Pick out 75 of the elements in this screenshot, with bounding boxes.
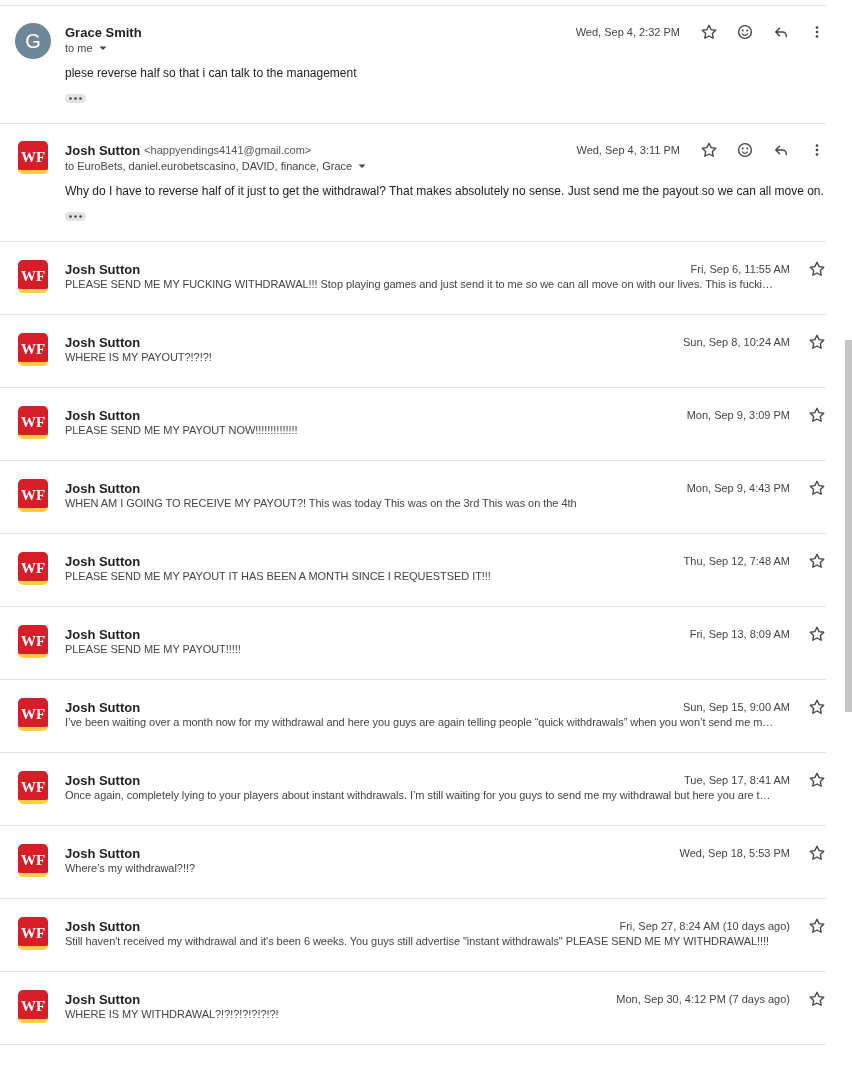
message-body: plese reverse half so that i can talk to the management (65, 66, 358, 80)
star-icon[interactable] (700, 23, 718, 41)
avatar-letter: G (15, 23, 51, 59)
message-date: Wed, Sep 18, 5:53 PM (679, 847, 790, 859)
message-body: Why do I have to reverse half of it just to get the withdrawal? That makes absolutely no sense. Just send me the payout so we can all move on. (65, 184, 825, 198)
emoji-icon[interactable] (736, 141, 754, 159)
sender-name: Josh Sutton (65, 261, 141, 277)
star-icon[interactable] (808, 406, 826, 424)
message-snippet[interactable]: PLEASE SEND ME MY PAYOUT IT HAS BEEN A MONTH SINCE I REQUESTSED IT!!! (65, 570, 826, 582)
star-icon[interactable] (808, 479, 826, 497)
logo-icon: WF (18, 844, 48, 877)
logo-icon: WF (18, 990, 48, 1023)
logo-icon: WF (18, 479, 48, 512)
message-date: Wed, Sep 4, 2:32 PM (575, 26, 680, 38)
sender-name: Josh Sutton (65, 772, 141, 788)
logo-icon: WF (18, 406, 48, 439)
message-date: Mon, Sep 30, 4:12 PM (7 days ago) (616, 993, 790, 1005)
message-snippet[interactable]: PLEASE SEND ME MY PAYOUT NOW!!!!!!!!!!!!!! (65, 424, 826, 436)
recipients: to EuroBets, daniel.eurobetscasino, DAVID, finance, Grace (65, 160, 353, 172)
logo-icon: WF (18, 917, 48, 950)
star-icon[interactable] (808, 552, 826, 570)
sender-name: Josh Sutton (65, 845, 141, 861)
sender-name: Josh Sutton (65, 991, 141, 1007)
message-date: Fri, Sep 13, 8:09 AM (689, 628, 790, 640)
logo-icon: WF (18, 625, 48, 658)
star-icon[interactable] (808, 771, 826, 789)
message-date: Mon, Sep 9, 4:43 PM (686, 482, 790, 494)
show-trimmed-button[interactable] (65, 212, 86, 221)
star-icon[interactable] (808, 698, 826, 716)
recipients: to me (65, 42, 93, 54)
message-date: Thu, Sep 12, 7:48 AM (683, 555, 790, 567)
message-date: Wed, Sep 4, 3:11 PM (576, 144, 680, 156)
emoji-icon[interactable] (736, 23, 754, 41)
logo-icon: WF (18, 771, 48, 804)
star-icon[interactable] (700, 141, 718, 159)
star-icon[interactable] (808, 917, 826, 935)
ellipsis-icon (69, 215, 82, 218)
sender-name: Josh Sutton (65, 699, 141, 715)
logo-icon: WF (18, 698, 48, 731)
sender-name: Josh Sutton (65, 553, 141, 569)
message-snippet[interactable]: PLEASE SEND ME MY FUCKING WITHDRAWAL!!! Stop playing games and just send it to me so we can all move on with our lives. This is fucki… (65, 278, 826, 290)
sender-name: Josh Sutton (65, 480, 141, 496)
star-icon[interactable] (808, 625, 826, 643)
star-icon[interactable] (808, 260, 826, 278)
sender-name: Josh Sutton (65, 142, 141, 158)
star-icon[interactable] (808, 844, 826, 862)
message-snippet[interactable]: Where’s my withdrawal?!!? (65, 862, 826, 874)
message-date: Tue, Sep 17, 8:41 AM (684, 774, 790, 786)
message-date: Fri, Sep 6, 11:55 AM (690, 263, 790, 275)
sender-name: Josh Sutton (65, 407, 141, 423)
show-trimmed-button[interactable] (65, 94, 86, 103)
sender-name: Josh Sutton (65, 918, 141, 934)
message-snippet[interactable]: WHEN AM I GOING TO RECEIVE MY PAYOUT?! This was today This was on the 3rd This was on the 4th (65, 497, 826, 509)
logo-icon: WF (18, 260, 48, 293)
star-icon[interactable] (808, 990, 826, 1008)
message-date: Fri, Sep 27, 8:24 AM (10 days ago) (619, 920, 790, 932)
sender-name: Grace Smith (65, 24, 142, 40)
logo-icon: WF (18, 552, 48, 585)
star-icon[interactable] (808, 333, 826, 351)
message-snippet[interactable]: WHERE IS MY PAYOUT?!?!?! (65, 351, 826, 363)
ellipsis-icon (69, 97, 82, 100)
message-snippet[interactable]: Once again, completely lying to your players about instant withdrawals. I’m still waiting for you guys to send me my withdrawal but here you are t… (65, 789, 826, 801)
message-date: Sun, Sep 8, 10:24 AM (682, 336, 790, 348)
message-snippet[interactable]: I’ve been waiting over a month now for my withdrawal and here you guys are again telling people “quick withdrawals” when you won’t send me m… (65, 716, 826, 728)
scrollbar-thumb[interactable] (845, 340, 852, 712)
logo-icon: WF (18, 141, 48, 174)
sender-address: <happyendings4141@gmail.com> (144, 144, 312, 156)
sender-name: Josh Sutton (65, 626, 141, 642)
sender-name: Josh Sutton (65, 334, 141, 350)
message-date: Mon, Sep 9, 3:09 PM (686, 409, 790, 421)
logo-icon: WF (18, 333, 48, 366)
message-snippet[interactable]: WHERE IS MY WITHDRAWAL?!?!?!?!?!?!?! (65, 1008, 826, 1020)
message-snippet[interactable]: PLEASE SEND ME MY PAYOUT!!!!! (65, 643, 826, 655)
message-snippet[interactable]: Still haven't received my withdrawal and it's been 6 weeks. You guys still advertise "instant withdrawals" PLEASE SEND ME MY WITHDRAWAL!!!! (65, 935, 826, 947)
message-date: Sun, Sep 15, 9:00 AM (682, 701, 790, 713)
